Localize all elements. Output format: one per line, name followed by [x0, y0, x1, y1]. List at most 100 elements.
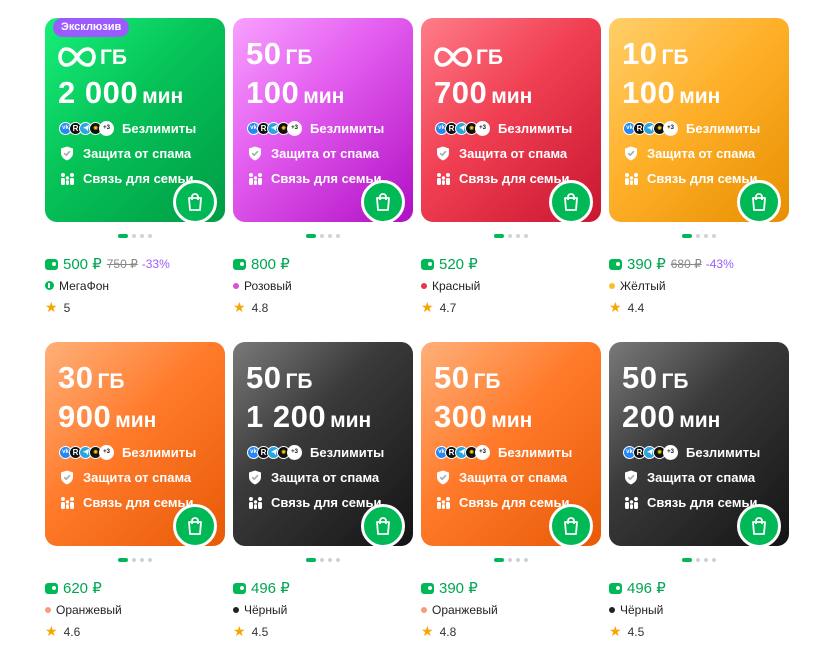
- price: 500 ₽: [63, 256, 102, 273]
- feature-label: Безлимиты: [122, 120, 197, 136]
- tariff-card[interactable]: 10 ГБ 100 мин vk R ✺ +3 Безлимиты Защита…: [609, 18, 789, 222]
- carousel-dot[interactable]: [682, 558, 692, 562]
- tariff-product[interactable]: 50 ГБ 300 мин vk R ✺ +3 Безлимиты Защита…: [421, 342, 601, 640]
- minutes-value: 200: [622, 399, 676, 434]
- feature-unlimited: vk R ✺ +3 Безлимиты: [59, 443, 196, 461]
- feature-label: Связь для семьи: [459, 494, 570, 510]
- carousel-dot[interactable]: [132, 558, 136, 562]
- carousel-dot[interactable]: [336, 234, 340, 238]
- carousel-dot[interactable]: [306, 558, 316, 562]
- tariff-product[interactable]: 50 ГБ 100 мин vk R ✺ +3 Безлимиты Защита…: [233, 18, 413, 316]
- tariff-product[interactable]: 30 ГБ 900 мин vk R ✺ +3 Безлимиты Защита…: [45, 342, 225, 640]
- tariff-card[interactable]: Эксклюзив ∞ГБ 2 000мин vk R ✺ +3 Безлими…: [45, 18, 225, 222]
- carousel-dots[interactable]: [609, 230, 789, 242]
- feature-spam-protection: Защита от спама: [623, 144, 755, 162]
- carousel-dot[interactable]: [320, 558, 324, 562]
- carousel-dot[interactable]: [508, 234, 512, 238]
- tariff-product[interactable]: 50 ГБ 1 200 мин vk R ✺ +3 Безлимиты Защи…: [233, 342, 413, 640]
- rating-row: ★ 5: [45, 299, 225, 316]
- carousel-dot[interactable]: [682, 234, 692, 238]
- carousel-dot[interactable]: [524, 558, 528, 562]
- data-unit: ГБ: [285, 46, 313, 69]
- add-to-cart-button[interactable]: [173, 180, 217, 222]
- carousel-dot[interactable]: [320, 234, 324, 238]
- data-unit: ГБ: [661, 46, 689, 69]
- carousel-dot[interactable]: [140, 558, 144, 562]
- data-amount: 10 ГБ: [622, 36, 688, 76]
- carousel-dot[interactable]: [516, 558, 520, 562]
- carousel-dot[interactable]: [306, 234, 316, 238]
- carousel-dot[interactable]: [696, 234, 700, 238]
- rating-row: ★ 4.7: [421, 299, 601, 316]
- add-to-cart-button[interactable]: [361, 504, 405, 546]
- carousel-dot[interactable]: [140, 234, 144, 238]
- carousel-dot[interactable]: [336, 558, 340, 562]
- data-unit: ГБ: [100, 46, 127, 69]
- feature-spam-protection: Защита от спама: [247, 468, 379, 486]
- tariff-card[interactable]: 50 ГБ 1 200 мин vk R ✺ +3 Безлимиты Защи…: [233, 342, 413, 546]
- carousel-dot[interactable]: [696, 558, 700, 562]
- add-to-cart-button[interactable]: [737, 180, 781, 222]
- carousel-dot[interactable]: [132, 234, 136, 238]
- data-unit: ГБ: [285, 370, 313, 393]
- shopping-bag-icon: [564, 517, 578, 535]
- shield-icon: [59, 469, 75, 485]
- shopping-bag-icon: [752, 193, 766, 211]
- tariff-card[interactable]: 30 ГБ 900 мин vk R ✺ +3 Безлимиты Защита…: [45, 342, 225, 546]
- carousel-dot[interactable]: [704, 234, 708, 238]
- add-to-cart-button[interactable]: [549, 504, 593, 546]
- minutes-unit: мин: [679, 85, 721, 108]
- carousel-dot[interactable]: [494, 234, 504, 238]
- color-row: Чёрный: [233, 601, 413, 618]
- feature-label: Безлимиты: [686, 120, 761, 136]
- carousel-dot[interactable]: [704, 558, 708, 562]
- data-amount: 50 ГБ: [246, 360, 312, 400]
- carousel-dots[interactable]: [421, 554, 601, 566]
- add-to-cart-button[interactable]: [173, 504, 217, 546]
- carousel-dot[interactable]: [148, 558, 152, 562]
- feature-label: Защита от спама: [647, 469, 756, 485]
- carousel-dot[interactable]: [524, 234, 528, 238]
- feature-label: Связь для семьи: [83, 170, 194, 186]
- tariff-product[interactable]: ∞ГБ 700мин vk R ✺ +3 Безлимиты: [421, 18, 601, 316]
- rating-row: ★ 4.5: [233, 623, 413, 640]
- color-row: МегаФон: [45, 277, 225, 294]
- rating-value: 4.6: [63, 624, 81, 639]
- carousel-dots[interactable]: [45, 554, 225, 566]
- color-row: Оранжевый: [45, 601, 225, 618]
- data-value: 50: [434, 360, 470, 395]
- carousel-dot[interactable]: [712, 234, 716, 238]
- carousel-dots[interactable]: [233, 230, 413, 242]
- more-apps-icon: +3: [663, 120, 678, 136]
- carousel-dots[interactable]: [233, 554, 413, 566]
- feature-label: Безлимиты: [498, 120, 573, 136]
- carousel-dots[interactable]: [45, 230, 225, 242]
- price: 390 ₽: [439, 580, 478, 597]
- tariff-card[interactable]: 50 ГБ 200 мин vk R ✺ +3 Безлимиты Защита…: [609, 342, 789, 546]
- carousel-dot[interactable]: [118, 234, 128, 238]
- tariff-card[interactable]: ∞ГБ 700мин vk R ✺ +3 Безлимиты: [421, 18, 601, 222]
- carousel-dot[interactable]: [516, 234, 520, 238]
- color-name: Красный: [432, 278, 481, 293]
- carousel-dot[interactable]: [328, 234, 332, 238]
- carousel-dots[interactable]: [421, 230, 601, 242]
- add-to-cart-button[interactable]: [737, 504, 781, 546]
- shopping-bag-icon: [564, 193, 578, 211]
- carousel-dot[interactable]: [118, 558, 128, 562]
- add-to-cart-button[interactable]: [549, 180, 593, 222]
- carousel-dot[interactable]: [148, 234, 152, 238]
- tariff-product[interactable]: 50 ГБ 200 мин vk R ✺ +3 Безлимиты Защита…: [609, 342, 789, 640]
- tariff-card[interactable]: 50 ГБ 300 мин vk R ✺ +3 Безлимиты Защита…: [421, 342, 601, 546]
- carousel-dot[interactable]: [494, 558, 504, 562]
- feature-label: Связь для семьи: [271, 170, 382, 186]
- tariff-product[interactable]: 10 ГБ 100 мин vk R ✺ +3 Безлимиты Защита…: [609, 18, 789, 316]
- add-to-cart-button[interactable]: [361, 180, 405, 222]
- tariff-product[interactable]: Эксклюзив ∞ГБ 2 000мин vk R ✺ +3 Безлими…: [45, 18, 225, 316]
- carousel-dot[interactable]: [328, 558, 332, 562]
- family-icon: [247, 170, 263, 186]
- carousel-dot[interactable]: [712, 558, 716, 562]
- carousel-dot[interactable]: [508, 558, 512, 562]
- tariff-card[interactable]: 50 ГБ 100 мин vk R ✺ +3 Безлимиты Защита…: [233, 18, 413, 222]
- app-icons: vk R ✺ +3: [59, 444, 114, 460]
- carousel-dots[interactable]: [609, 554, 789, 566]
